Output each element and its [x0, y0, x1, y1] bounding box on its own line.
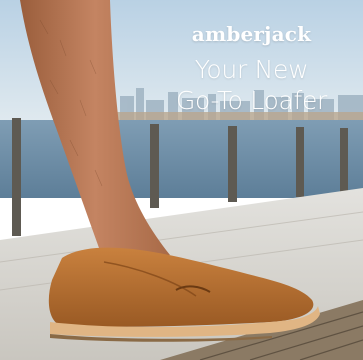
brand-logo: amberjack — [191, 22, 312, 46]
water — [0, 120, 363, 198]
ad-banner[interactable]: amberjack Your New Go-To Loafer — [0, 0, 363, 360]
headline-line-2: Go-To Loafer — [175, 86, 328, 115]
headline-line-1: Your New — [194, 55, 309, 84]
ad-copy: amberjack Your New Go-To Loafer — [140, 22, 363, 116]
headline: Your New Go-To Loafer — [140, 54, 363, 116]
